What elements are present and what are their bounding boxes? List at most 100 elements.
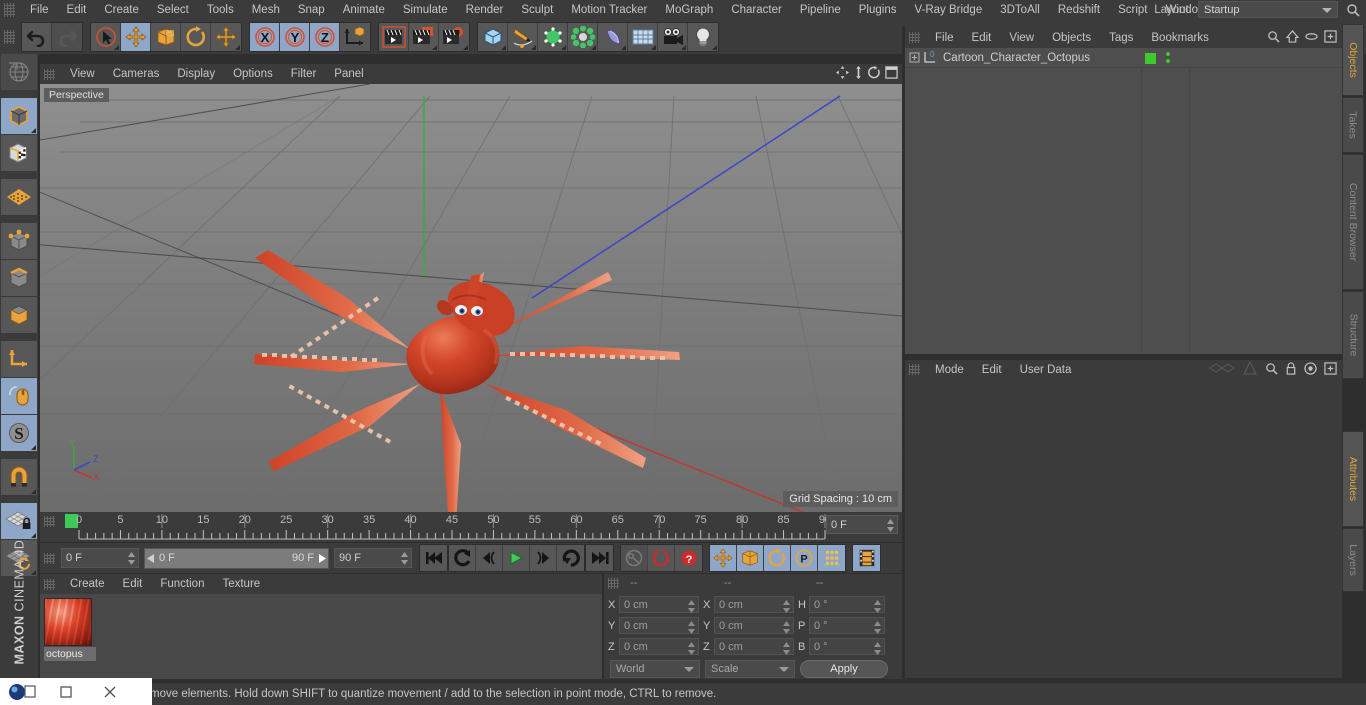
magnet-icon[interactable] xyxy=(1,459,37,496)
spinner-icon[interactable] xyxy=(874,600,881,613)
menubar-grip[interactable] xyxy=(4,3,15,17)
range-start-arrow-icon[interactable] xyxy=(147,553,156,563)
maximize-window-icon[interactable] xyxy=(44,678,88,705)
preview-range-bar[interactable]: 0 F 90 F xyxy=(144,547,329,569)
make-editable-icon[interactable] xyxy=(1,54,37,91)
viewport-pan-icon[interactable] xyxy=(836,66,849,82)
dock-tab-objects[interactable]: Objects xyxy=(1342,24,1364,96)
animate-layer-icon[interactable] xyxy=(1209,361,1235,378)
material-preview-sphere[interactable] xyxy=(44,598,92,646)
cinema4d-app-icon[interactable] xyxy=(0,678,44,705)
parameter-key-button[interactable]: P xyxy=(791,545,818,571)
live-selection-cursor-icon[interactable] xyxy=(91,23,121,51)
nav-cone-icon[interactable] xyxy=(1242,360,1258,378)
timeline-ruler[interactable]: 0 5 10 15 20 25 30 35 40 45 50 55 60 65 70 75 80 85 90 xyxy=(63,512,833,540)
menu-motion-tracker[interactable]: Motion Tracker xyxy=(562,0,656,20)
toolbar-grip[interactable] xyxy=(4,30,15,44)
spinner-icon[interactable] xyxy=(401,552,408,565)
search-icon[interactable] xyxy=(1267,30,1280,46)
range-end-arrow-icon[interactable] xyxy=(317,553,326,563)
object-menu-file[interactable]: File xyxy=(926,28,963,48)
home-icon[interactable] xyxy=(1285,30,1300,46)
light-bulb-icon[interactable] xyxy=(688,23,718,51)
coord-position-x-field[interactable]: 0 cm xyxy=(619,596,699,613)
coord-rotation-p-field[interactable]: 0 ° xyxy=(809,617,885,634)
object-menu-tags[interactable]: Tags xyxy=(1100,28,1142,48)
dock-tab-content-browser[interactable]: Content Browser xyxy=(1342,154,1364,290)
attributes-menu-mode[interactable]: Mode xyxy=(926,360,973,380)
scale-tool-button[interactable] xyxy=(151,23,181,51)
menu-v-ray-bridge[interactable]: V-Ray Bridge xyxy=(905,0,991,20)
viewport-dolly-icon[interactable] xyxy=(853,66,864,82)
object-menu-objects[interactable]: Objects xyxy=(1043,28,1100,48)
material-menu-texture[interactable]: Texture xyxy=(213,574,269,594)
go-to-start-button[interactable] xyxy=(420,545,447,571)
coord-rotation-b-field[interactable]: 0 ° xyxy=(809,638,885,655)
material-manager-grip[interactable] xyxy=(44,578,55,590)
coord-rotation-h-field[interactable]: 0 ° xyxy=(809,596,885,613)
search-icon[interactable] xyxy=(1346,3,1360,20)
autokeying-button[interactable] xyxy=(621,545,648,571)
coordinate-system-select[interactable]: World xyxy=(610,660,700,678)
object-menu-view[interactable]: View xyxy=(1000,28,1043,48)
move-tool-secondary-button[interactable] xyxy=(211,23,241,51)
search-icon[interactable] xyxy=(1265,362,1278,378)
object-tree-row[interactable]: 0 Cartoon_Character_Octopus xyxy=(905,48,1342,68)
viewport-menu-options[interactable]: Options xyxy=(224,64,282,84)
viewport-menu-filter[interactable]: Filter xyxy=(282,64,326,84)
menu-create[interactable]: Create xyxy=(95,0,148,20)
dock-tab-attributes[interactable]: Attributes xyxy=(1342,431,1364,527)
play-backwards-button[interactable] xyxy=(449,545,476,571)
object-tree[interactable]: 0 Cartoon_Character_Octopus xyxy=(905,48,1342,354)
viewport-menu-panel[interactable]: Panel xyxy=(325,64,372,84)
go-to-end-button[interactable] xyxy=(586,545,613,571)
spinner-icon[interactable] xyxy=(783,642,790,655)
fullscreen-icon[interactable] xyxy=(1324,361,1337,378)
spinner-icon[interactable] xyxy=(688,642,695,655)
bend-deformer-icon[interactable] xyxy=(598,23,628,51)
edge-mode-icon[interactable] xyxy=(1,260,37,297)
menu-edit[interactable]: Edit xyxy=(58,0,96,20)
transform-mode-select[interactable]: Scale xyxy=(705,660,795,678)
ellipse-icon[interactable] xyxy=(1305,30,1318,46)
position-key-button[interactable] xyxy=(710,545,737,571)
previous-frame-button[interactable] xyxy=(476,545,503,571)
spinner-icon[interactable] xyxy=(128,552,135,565)
coord-size-x-field[interactable]: 0 cm xyxy=(714,596,794,613)
render-settings-gear-clapper-icon[interactable] xyxy=(439,23,469,51)
material-menu-function[interactable]: Function xyxy=(151,574,213,594)
timeline-toggle-button[interactable] xyxy=(853,545,880,571)
max-frame-field[interactable]: 90 F xyxy=(334,548,412,568)
expand-plus-icon[interactable] xyxy=(909,52,920,63)
render-region-clapper-icon[interactable] xyxy=(409,23,439,51)
menu-animate[interactable]: Animate xyxy=(334,0,394,20)
spline-pen-icon[interactable] xyxy=(508,23,538,51)
spinner-icon[interactable] xyxy=(688,600,695,613)
timeline-frame-field[interactable]: 0 F xyxy=(826,515,898,534)
object-menu-edit[interactable]: Edit xyxy=(963,28,1001,48)
object-dots-icon[interactable] xyxy=(1165,51,1171,68)
play-forwards-button[interactable] xyxy=(503,545,530,571)
close-window-icon[interactable] xyxy=(88,678,132,705)
coordinates-grip[interactable] xyxy=(608,578,619,589)
object-menu-bookmarks[interactable]: Bookmarks xyxy=(1142,28,1218,48)
menu-mesh[interactable]: Mesh xyxy=(243,0,289,20)
deformer-array-icon[interactable] xyxy=(568,23,598,51)
floor-environment-icon[interactable] xyxy=(628,23,658,51)
spinner-icon[interactable] xyxy=(783,621,790,634)
play-loop-button[interactable] xyxy=(557,545,584,571)
enable-snapping-mouse-icon[interactable] xyxy=(1,378,37,415)
viewport-rotate-icon[interactable] xyxy=(868,66,881,82)
material-list[interactable]: octopus xyxy=(40,594,602,679)
keyframe-selection-button[interactable]: ? xyxy=(675,545,702,571)
material-item-octopus[interactable]: octopus xyxy=(42,596,98,661)
menu-simulate[interactable]: Simulate xyxy=(394,0,457,20)
material-menu-create[interactable]: Create xyxy=(61,574,114,594)
attributes-menu-user-data[interactable]: User Data xyxy=(1011,360,1081,380)
spinner-icon[interactable] xyxy=(783,600,790,613)
lock-icon[interactable] xyxy=(1285,361,1297,378)
world-object-axis-icon[interactable] xyxy=(340,23,370,51)
viewport-maximize-icon[interactable] xyxy=(885,66,898,82)
rotation-key-button[interactable] xyxy=(764,545,791,571)
coord-size-y-field[interactable]: 0 cm xyxy=(714,617,794,634)
